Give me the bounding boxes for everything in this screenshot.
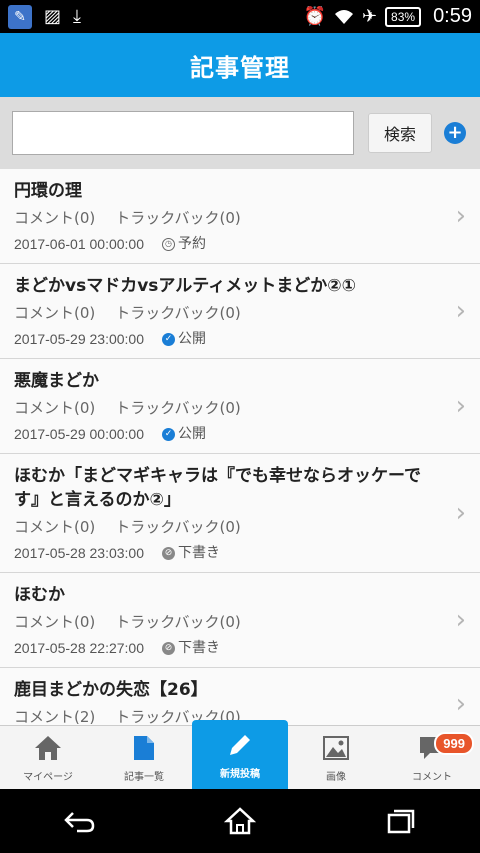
article-date: 2017-06-01 00:00:00 [14, 236, 144, 252]
recents-icon [387, 809, 415, 834]
tab-images[interactable]: 画像 [288, 726, 384, 789]
status-badge: ⊘ 下書き [162, 542, 220, 564]
article-meta: コメント(0) トラックバック(0) [14, 207, 440, 229]
chevron-right-icon: › [455, 391, 466, 421]
article-title: 悪魔まどか [14, 371, 99, 391]
comment-count: コメント(0) [14, 209, 96, 227]
tab-new-post[interactable]: 新規投稿 [192, 720, 288, 789]
tab-label: マイページ [23, 771, 73, 783]
article-date: 2017-05-28 23:03:00 [14, 545, 144, 561]
chevron-right-icon: › [455, 689, 466, 719]
comment-count: コメント(0) [14, 518, 96, 536]
check-circle-icon: ✓ [162, 332, 175, 346]
comment-count: コメント(2) [14, 708, 96, 725]
article-meta: コメント(0) トラックバック(0) [14, 397, 440, 419]
article-title: ほむか [14, 585, 65, 605]
download-notification-icon: ⤓ [73, 5, 81, 27]
check-circle-icon: ✓ [162, 427, 175, 441]
pencil-icon [225, 730, 255, 760]
draft-icon: ⊘ [162, 641, 175, 655]
tab-label: 画像 [326, 771, 346, 783]
search-input[interactable] [12, 111, 354, 155]
system-nav-bar [0, 789, 480, 853]
home-icon [33, 733, 63, 763]
trackback-count: トラックバック(0) [115, 518, 241, 536]
clock: 0:59 [433, 5, 472, 27]
list-item[interactable]: まどかvsマドカvsアルティメットまどか②① コメント(0) トラックバック(0)… [0, 264, 480, 359]
search-bar: 検索 + [0, 97, 480, 169]
comment-count: コメント(0) [14, 613, 96, 631]
article-date: 2017-05-28 22:27:00 [14, 640, 144, 656]
image-icon [321, 733, 351, 763]
tab-mypage[interactable]: マイページ [0, 726, 96, 789]
tab-comments[interactable]: コメント 999 [384, 726, 480, 789]
image-notification-icon: ▨ [44, 5, 62, 27]
chevron-right-icon: › [455, 296, 466, 326]
clock-icon: ◷ [162, 237, 175, 251]
list-item[interactable]: 悪魔まどか コメント(0) トラックバック(0) 2017-05-29 00:00… [0, 359, 480, 454]
comment-count-badge: 999 [434, 732, 474, 755]
status-label: 予約 [178, 236, 206, 252]
comment-count: コメント(0) [14, 304, 96, 322]
chevron-right-icon: › [455, 498, 466, 528]
trackback-count: トラックバック(0) [115, 399, 241, 417]
list-item[interactable]: 円環の理 コメント(0) トラックバック(0) 2017-06-01 00:00:… [0, 169, 480, 264]
back-button[interactable] [50, 796, 110, 846]
trackback-count: トラックバック(0) [115, 613, 241, 631]
article-date-row: 2017-05-28 22:27:00 ⊘ 下書き [14, 637, 440, 659]
article-date: 2017-05-29 00:00:00 [14, 426, 144, 442]
chevron-right-icon: › [455, 201, 466, 231]
plus-icon: + [447, 122, 463, 143]
list-item[interactable]: 鹿目まどかの失恋【26】 コメント(2) トラックバック(0) › [0, 668, 480, 725]
status-badge: ✓ 公開 [162, 328, 206, 350]
trackback-count: トラックバック(0) [115, 209, 241, 227]
add-article-button[interactable]: + [444, 122, 466, 144]
status-label: 公開 [178, 331, 206, 347]
app-notification-icon: ✎ [8, 4, 32, 29]
status-badge: ✓ 公開 [162, 423, 206, 445]
article-date-row: 2017-05-29 23:00:00 ✓ 公開 [14, 328, 440, 350]
article-date-row: 2017-05-29 00:00:00 ✓ 公開 [14, 423, 440, 445]
bottom-tab-bar: マイページ 記事一覧 新規投稿 画像 コメント 999 [0, 720, 480, 789]
article-meta: コメント(0) トラックバック(0) [14, 516, 440, 538]
article-title: 円環の理 [14, 181, 82, 201]
trackback-count: トラックバック(0) [115, 304, 241, 322]
tab-label: コメント [412, 771, 452, 783]
status-badge: ◷ 予約 [162, 233, 206, 255]
search-button[interactable]: 検索 [368, 113, 432, 153]
comment-count: コメント(0) [14, 399, 96, 417]
list-item[interactable]: ほむか「まどマギキャラは『でも幸せならオッケーです』と言えるのか②」 コメント(… [0, 454, 480, 573]
document-icon [129, 733, 159, 763]
article-list: 円環の理 コメント(0) トラックバック(0) 2017-06-01 00:00:… [0, 169, 480, 725]
status-bar: ✎ ▨ ⤓ ⏰ ✈ 83% 0:59 [0, 0, 480, 33]
tab-article-list[interactable]: 記事一覧 [96, 726, 192, 789]
tab-label: 新規投稿 [220, 768, 260, 780]
recents-button[interactable] [370, 796, 430, 846]
airplane-icon: ✈ [361, 5, 378, 27]
article-title: まどかvsマドカvsアルティメットまどか②① [14, 276, 356, 296]
article-title: 鹿目まどかの失恋【26】 [14, 680, 208, 700]
status-label: 公開 [178, 426, 206, 442]
wifi-icon [334, 9, 353, 24]
page-title: 記事管理 [190, 53, 290, 82]
list-item[interactable]: ほむか コメント(0) トラックバック(0) 2017-05-28 22:27:0… [0, 573, 480, 668]
status-label: 下書き [178, 640, 220, 656]
article-date-row: 2017-05-28 23:03:00 ⊘ 下書き [14, 542, 440, 564]
status-label: 下書き [178, 545, 220, 561]
chevron-right-icon: › [455, 605, 466, 635]
article-meta: コメント(0) トラックバック(0) [14, 611, 440, 633]
home-nav-icon [224, 807, 256, 835]
home-button[interactable] [210, 796, 270, 846]
status-badge: ⊘ 下書き [162, 637, 220, 659]
app-header: 記事管理 [0, 33, 480, 97]
battery-indicator: 83% [385, 6, 422, 27]
article-date: 2017-05-29 23:00:00 [14, 331, 144, 347]
back-icon [64, 812, 95, 833]
article-title: ほむか「まどマギキャラは『でも幸せならオッケーです』と言えるのか②」 [14, 466, 421, 510]
article-date-row: 2017-06-01 00:00:00 ◷ 予約 [14, 233, 440, 255]
draft-icon: ⊘ [162, 546, 175, 560]
article-meta: コメント(0) トラックバック(0) [14, 302, 440, 324]
alarm-icon: ⏰ [303, 5, 326, 27]
tab-label: 記事一覧 [124, 771, 164, 783]
